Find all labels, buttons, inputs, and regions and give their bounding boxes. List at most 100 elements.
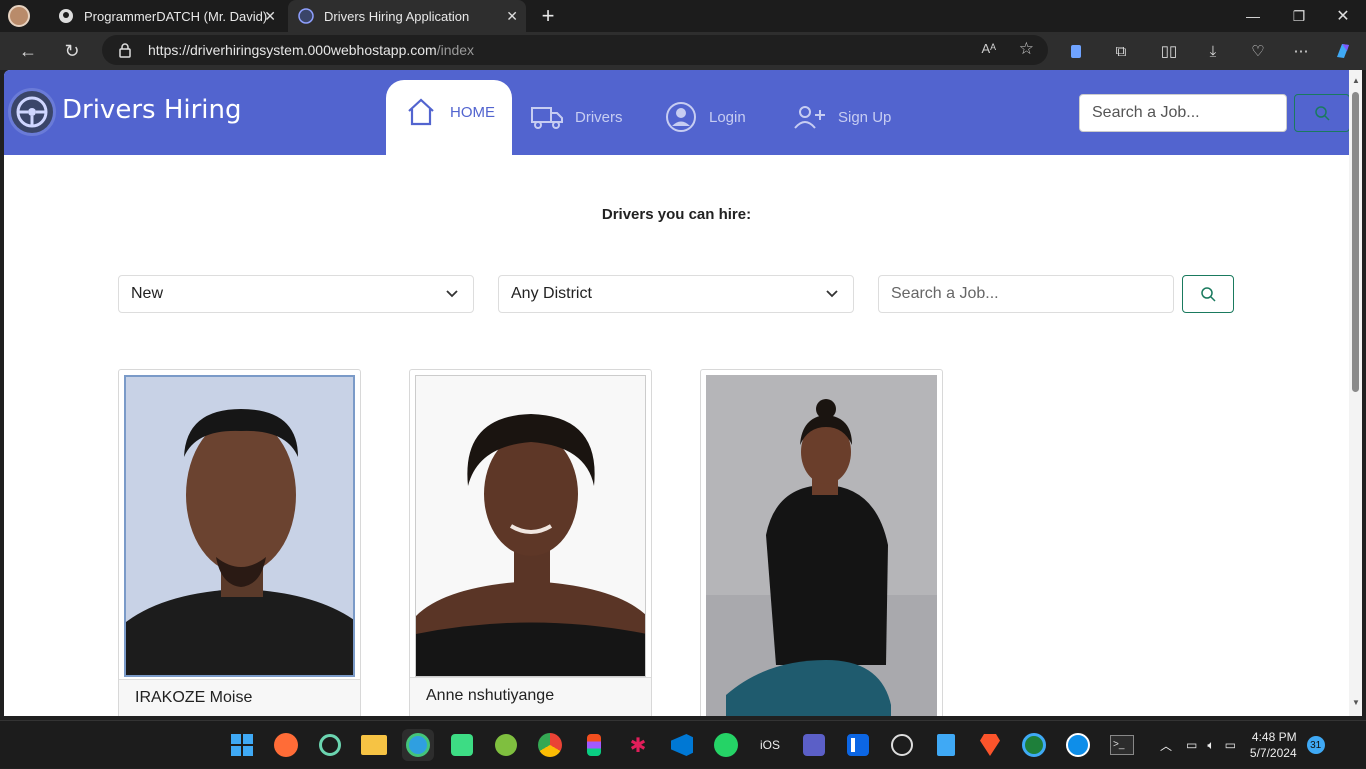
status-filter-select[interactable]: New [118,275,474,313]
android-studio-icon[interactable] [446,729,478,761]
tab-title: Drivers Hiring Application [324,8,470,24]
scroll-down-icon[interactable]: ▼ [1352,698,1360,707]
driver-name: IRAKOZE Moise [135,689,253,706]
driver-photo [124,375,355,677]
driver-card[interactable]: Anne nshutiyange [409,369,652,716]
whatsapp-icon[interactable] [710,729,742,761]
job-search-input[interactable]: Search a Job... [878,275,1174,313]
speaker-icon[interactable]: 🔈︎ [1207,738,1214,753]
vscode-icon[interactable] [666,729,698,761]
lock-icon [118,42,132,63]
teams-icon[interactable] [798,729,830,761]
url-text: https://driverhiringsystem.000webhostapp… [148,42,474,58]
file-explorer-icon[interactable] [358,729,390,761]
close-window-button[interactable]: ✕ [1320,0,1366,32]
nav-login[interactable]: Login [665,98,746,136]
nav-login-label: Login [709,108,746,126]
nav-drivers[interactable]: Drivers [531,98,623,136]
page-title: Drivers you can hire: [601,206,752,223]
home-icon [408,98,434,126]
web-page: Drivers Hiring HOME Drivers Login Sign U… [4,70,1349,716]
downloads-icon[interactable]: ⤓ [1198,36,1228,66]
chevron-up-icon[interactable]: ︿ [1160,737,1172,754]
driver-photo [415,375,646,677]
ios-app-icon[interactable]: iOS [754,729,786,761]
obs-icon[interactable] [886,729,918,761]
url-host: https://driverhiringsystem.000webhostapp… [148,42,437,58]
read-aloud-icon[interactable]: Aᴬ [981,41,996,56]
tab-title: ProgrammerDATCH (Mr. David) [84,8,268,24]
user-circle-icon [666,102,696,132]
driver-photo [706,375,937,716]
copilot-icon[interactable] [1328,36,1358,66]
truck-icon [531,107,563,129]
status-filter-value: New [131,285,164,302]
favorite-star-icon[interactable]: ☆ [1019,39,1034,59]
site-favicon-icon [298,8,314,24]
restore-button[interactable]: ❐ [1276,0,1322,32]
minimize-button[interactable]: — [1230,0,1276,32]
steering-wheel-icon [16,96,48,128]
nav-home-label: HOME [450,103,495,121]
nav-signup-label: Sign Up [838,108,892,126]
notepad-icon[interactable] [930,729,962,761]
github-icon [58,8,74,24]
chatgpt-icon[interactable] [314,729,346,761]
browser-essentials-icon[interactable]: ♡ [1243,36,1273,66]
nav-signup[interactable]: Sign Up [794,98,891,136]
chrome-icon[interactable] [534,729,566,761]
clock[interactable]: 4:48 PM 5/7/2024 [1250,729,1297,761]
driver-card[interactable]: IRAKOZE Moise [118,369,361,716]
clock-time: 4:48 PM [1251,730,1297,744]
address-bar[interactable]: https://driverhiringsystem.000webhostapp… [102,35,1048,65]
terminal-icon[interactable]: >_ [1106,729,1138,761]
postman-icon[interactable] [270,729,302,761]
avatar-icon [8,5,30,27]
back-button[interactable]: ← [13,36,43,66]
refresh-button[interactable]: ↻ [57,36,87,66]
brand-title[interactable]: Drivers Hiring [62,95,242,125]
windows-logo-icon [231,734,253,756]
close-tab-icon[interactable]: ✕ [506,8,518,25]
chevron-down-icon [826,290,838,298]
trello-icon[interactable] [842,729,874,761]
browser-tab-bar: ProgrammerDATCH (Mr. David) ✕ Drivers Hi… [0,0,1366,32]
header-search-button[interactable] [1294,94,1349,132]
collections-icon[interactable] [1062,36,1092,66]
driver-card[interactable] [700,369,943,716]
edge-icon[interactable] [402,729,434,761]
battery-icon[interactable]: ▭ [1225,738,1236,752]
close-tab-icon[interactable]: ✕ [264,8,276,25]
figma-icon[interactable] [578,729,610,761]
page-scrollbar[interactable]: ▲ ▼ [1349,70,1362,716]
teamviewer-icon[interactable] [1062,729,1094,761]
chevron-down-icon [446,290,458,298]
tab-drivers-hiring[interactable]: Drivers Hiring Application ✕ [288,0,526,32]
scroll-up-icon[interactable]: ▲ [1352,76,1360,85]
nav-home[interactable]: HOME [386,80,512,155]
header-search-input[interactable]: Search a Job... [1079,94,1287,132]
district-filter-select[interactable]: Any District [498,275,854,313]
search-icon [1315,106,1330,121]
new-tab-button[interactable]: + [534,0,562,32]
app-icon[interactable] [490,729,522,761]
driver-name: Anne nshutiyange [426,687,555,704]
site-logo[interactable] [8,88,56,136]
slack-icon[interactable]: ✱ [622,729,654,761]
job-search-button[interactable] [1182,275,1234,313]
display-icon[interactable]: ▭ [1186,738,1197,752]
extensions-icon[interactable]: ⧉ [1106,36,1136,66]
search-icon [1201,287,1216,302]
tab-programmerdatch[interactable]: ProgrammerDATCH (Mr. David) ✕ [48,0,284,32]
brave-icon[interactable] [974,729,1006,761]
scrollbar-thumb[interactable] [1352,92,1359,392]
edge-dev-icon[interactable] [1018,729,1050,761]
user-plus-icon [794,106,825,129]
notification-badge[interactable]: 31 [1306,736,1325,754]
settings-more-icon[interactable]: ⋯ [1286,36,1316,66]
url-path: /index [436,42,475,58]
windows-taskbar: ✱ iOS >_ ︿ ▭ 🔈︎ ▭ 4:48 PM 5/7/2024 31 [0,720,1366,768]
profile-avatar[interactable] [8,0,38,32]
split-screen-icon[interactable]: ▯▯ [1154,36,1184,66]
start-button[interactable] [226,729,258,761]
